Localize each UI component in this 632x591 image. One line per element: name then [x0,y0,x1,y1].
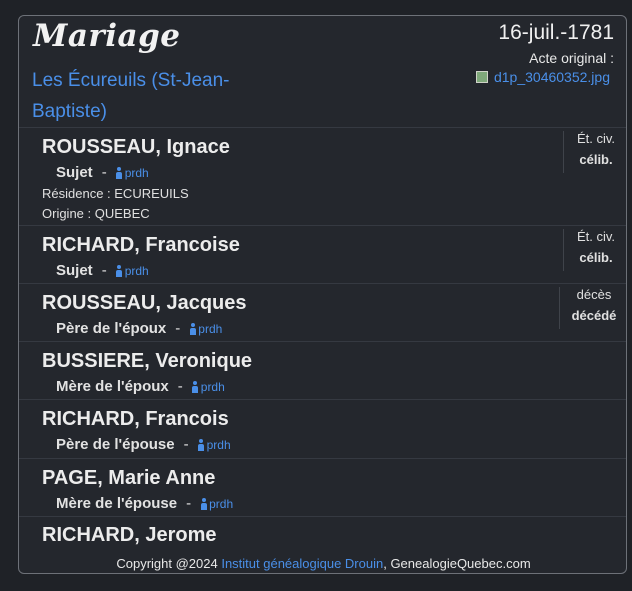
person-icon [116,264,123,277]
origin: Origine : QUEBEC [42,206,150,221]
civil-status-value: célib. [579,250,613,265]
person-row: RICHARD, Francois Père de l'épouse - prd… [19,399,626,458]
person-icon [198,438,205,451]
prdh-link[interactable]: prdh [192,380,225,394]
separator: - [175,320,181,337]
person-icon [192,380,199,393]
image-file-icon [475,71,488,83]
person-name: ROUSSEAU, Jacques [42,292,247,314]
separator: - [177,378,183,395]
person-name: RICHARD, Francoise [42,234,240,256]
residence: Résidence : ECUREUILS [42,186,189,201]
civil-status: Ét. civ. célib. [563,229,626,271]
person-row: ROUSSEAU, Jacques Père de l'époux - prdh… [19,283,626,342]
record-date: 16-juil.-1781 [498,21,614,44]
person-role: Sujet - prdh [56,262,149,279]
copyright-suffix: , GenealogieQuebec.com [383,556,531,571]
person-role: Père de l'épouse - prdh [56,436,231,453]
person-role: Père de l'époux - prdh [56,320,222,337]
prdh-link-label[interactable]: prdh [207,438,231,452]
institute-link[interactable]: Institut généalogique Drouin [221,556,383,571]
civil-status-label: Ét. civ. [576,229,616,244]
original-act-filename[interactable]: d1p_30460352.jpg [494,69,610,85]
person-role-label: Père de l'épouse [56,436,175,453]
record-card: Mariage 16-juil.-1781 Acte original : d1… [18,15,627,574]
person-row: RICHARD, Jerome [19,516,626,557]
person-role-label: Sujet [56,262,93,279]
parish-link[interactable]: Les Écureuils (St-Jean-Baptiste) [32,65,272,127]
person-role: Mère de l'époux - prdh [56,378,225,395]
person-row: BUSSIERE, Veronique Mère de l'époux - pr… [19,341,626,400]
prdh-link[interactable]: prdh [198,438,231,452]
prdh-link-label[interactable]: prdh [125,166,149,180]
prdh-link-label[interactable]: prdh [125,264,149,278]
original-act-label: Acte original : [529,50,614,66]
person-role-label: Mère de l'épouse [56,495,178,512]
original-act-link[interactable]: d1p_30460352.jpg [475,69,610,85]
prdh-link-label[interactable]: prdh [201,380,225,394]
person-name: BUSSIERE, Veronique [42,350,253,372]
death-status-label: décès [576,287,612,302]
prdh-link[interactable]: prdh [116,166,149,180]
person-role-label: Père de l'époux [56,320,167,337]
prdh-link[interactable]: prdh [116,264,149,278]
civil-status-value: célib. [579,152,613,167]
person-name: RICHARD, Francois [42,408,229,430]
person-row: PAGE, Marie Anne Mère de l'épouse - prdh [19,458,626,517]
separator: - [101,164,107,181]
person-icon [116,166,123,179]
copyright-prefix: Copyright @2024 [116,556,222,571]
person-row: RICHARD, Francoise Sujet - prdh Ét. civ.… [19,225,626,284]
person-name: RICHARD, Jerome [42,524,217,546]
person-role: Sujet - prdh [56,164,149,181]
person-name: PAGE, Marie Anne [42,467,216,489]
separator: - [101,262,107,279]
person-icon [200,497,207,510]
person-role: Mère de l'épouse - prdh [56,495,233,512]
death-status: décès décédé [559,287,626,329]
separator: - [183,436,189,453]
separator: - [186,495,192,512]
civil-status: Ét. civ. célib. [563,131,626,173]
copyright-footer: Copyright @2024 Institut généalogique Dr… [19,556,626,571]
person-name: ROUSSEAU, Ignace [42,136,230,158]
record-type-title: Mariage [33,18,181,54]
prdh-link[interactable]: prdh [200,497,233,511]
person-role-label: Sujet [56,164,93,181]
person-row: ROUSSEAU, Ignace Sujet - prdh Résidence … [19,127,626,226]
prdh-link-label[interactable]: prdh [209,497,233,511]
death-status-value: décédé [571,308,617,323]
civil-status-label: Ét. civ. [576,131,616,146]
prdh-link-label[interactable]: prdh [198,322,222,336]
prdh-link[interactable]: prdh [189,322,222,336]
person-icon [189,322,196,335]
person-role-label: Mère de l'époux [56,378,169,395]
